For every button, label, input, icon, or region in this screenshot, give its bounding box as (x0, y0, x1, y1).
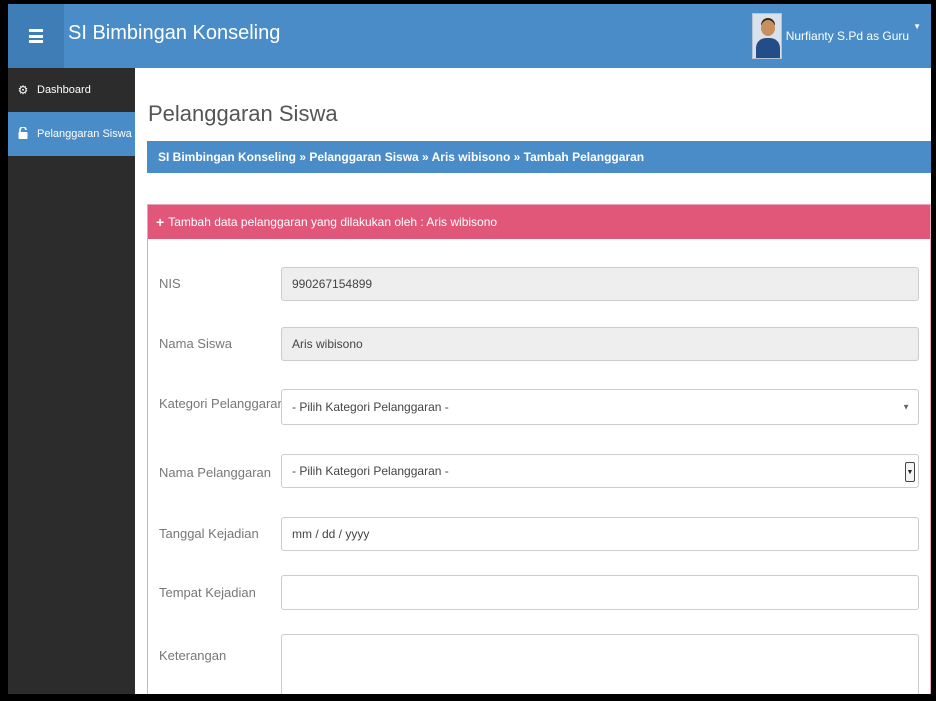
breadcrumb: SI Bimbingan Konseling » Pelanggaran Sis… (147, 141, 931, 173)
caret-down-icon: ▼ (913, 21, 921, 31)
menu-toggle-button[interactable] (8, 4, 64, 68)
tanggal-label: Tanggal Kejadian (159, 526, 259, 541)
panel-heading: + Tambah data pelanggaran yang dilakukan… (148, 205, 930, 239)
hamburger-icon (29, 29, 43, 43)
nama-pelanggaran-label: Nama Pelanggaran (159, 465, 272, 480)
tanggal-date-input[interactable]: mm / dd / yyyy (281, 517, 919, 551)
panel-heading-text: Tambah data pelanggaran yang dilakukan o… (168, 215, 498, 229)
sidebar-item-label: Pelanggaran Siswa (37, 128, 132, 140)
unlock-icon (16, 125, 30, 142)
user-name: Nurfianty S.Pd as Guru (785, 29, 910, 43)
main-content: Pelanggaran Siswa SI Bimbingan Konseling… (135, 68, 931, 694)
sidebar-item-pelanggaran-siswa[interactable]: Pelanggaran Siswa (8, 112, 135, 156)
plus-icon: + (156, 214, 165, 230)
nama-siswa-label: Nama Siswa (159, 336, 232, 351)
app-window: SI Bimbingan Konseling Nurfianty S.Pd as… (8, 4, 931, 694)
keterangan-textarea[interactable] (281, 634, 919, 694)
keterangan-label: Keterangan (159, 648, 227, 663)
nama-pelanggaran-select[interactable]: - Pilih Kategori Pelanggaran - ▼ (281, 454, 919, 488)
user-menu[interactable]: Nurfianty S.Pd as Guru ▼ (751, 12, 921, 60)
dashboard-icon: ⚙ (17, 83, 29, 97)
sidebar: ⚙ Dashboard Pelanggaran Siswa (8, 68, 135, 694)
kategori-label: Kategori Pelanggaran (159, 396, 285, 411)
tempat-input[interactable] (281, 575, 919, 610)
tempat-label: Tempat Kejadian (159, 585, 256, 600)
top-navbar: SI Bimbingan Konseling Nurfianty S.Pd as… (8, 4, 931, 68)
nis-field[interactable]: 990267154899 (281, 267, 919, 301)
chevron-down-icon: ▼ (902, 402, 910, 412)
avatar (751, 13, 782, 59)
kategori-select-value: - Pilih Kategori Pelanggaran - (292, 400, 449, 414)
sidebar-item-dashboard[interactable]: ⚙ Dashboard (8, 68, 135, 112)
sidebar-item-label: Dashboard (37, 84, 91, 96)
nama-pelanggaran-select-value: - Pilih Kategori Pelanggaran - (292, 464, 449, 478)
kategori-select[interactable]: - Pilih Kategori Pelanggaran - ▼ (281, 389, 919, 425)
nama-siswa-field[interactable]: Aris wibisono (281, 327, 919, 361)
select-arrow-icon: ▼ (905, 462, 915, 482)
form-panel: + Tambah data pelanggaran yang dilakukan… (147, 204, 931, 694)
app-title[interactable]: SI Bimbingan Konseling (68, 22, 280, 45)
nis-label: NIS (159, 276, 181, 291)
page-title: Pelanggaran Siswa (148, 101, 338, 126)
